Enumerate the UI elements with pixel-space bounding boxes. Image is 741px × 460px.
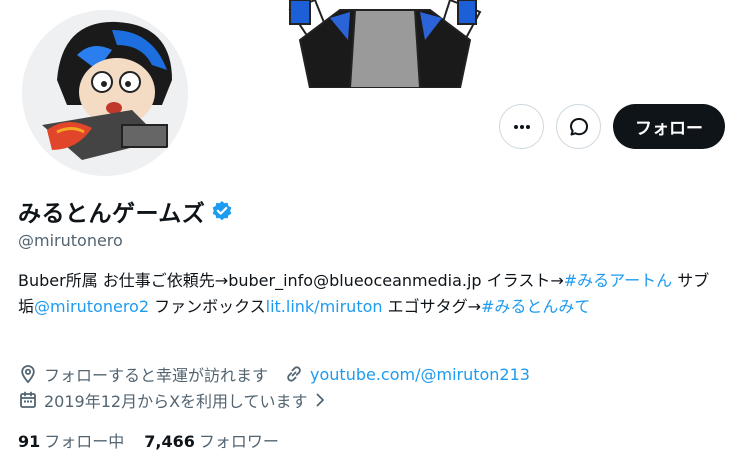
joined-item[interactable]: 2019年12月からXを利用しています: [18, 388, 334, 412]
website-item: youtube.com/@miruton213: [284, 364, 530, 384]
message-icon: [569, 117, 588, 135]
hashtag-link[interactable]: #みるとんみて: [481, 297, 590, 316]
more-button[interactable]: [499, 104, 544, 149]
profile-actions: フォロー: [499, 104, 725, 149]
follow-button[interactable]: フォロー: [613, 104, 725, 149]
hashtag-link[interactable]: #みるアートん: [564, 271, 672, 290]
follow-stats: 91 フォロー中 7,466 フォロワー: [18, 428, 279, 452]
verified-badge-icon[interactable]: [211, 200, 233, 222]
joined-row: 2019年12月からXを利用しています: [18, 388, 350, 412]
location-text: フォローすると幸運が訪れます: [44, 366, 269, 385]
website-link[interactable]: youtube.com/@miruton213: [310, 365, 530, 384]
avatar-illustration: [22, 10, 188, 176]
bio-text: エゴサタグ→: [382, 297, 482, 316]
profile-avatar[interactable]: [18, 6, 192, 180]
calendar-icon: [20, 391, 36, 408]
location-icon: [21, 365, 35, 384]
following-stat[interactable]: 91 フォロー中: [18, 428, 124, 452]
profile-meta-row: フォローすると幸運が訪れます youtube.com/@miruton213: [18, 362, 546, 386]
banner-illustration: [288, 0, 482, 88]
display-name: みるとんゲームズ: [18, 201, 206, 227]
name-row: みるとんゲームズ: [18, 194, 233, 228]
mention-link[interactable]: @mirutonero2: [34, 297, 149, 316]
link-icon: [287, 366, 301, 382]
user-handle: @mirutonero: [18, 231, 123, 250]
message-button[interactable]: [556, 104, 601, 149]
bio-text: ファンボックス: [149, 297, 266, 316]
following-label: フォロー中: [44, 432, 125, 451]
profile-bio: Buber所属 お仕事ご依頼先→buber_info@blueoceanmedi…: [18, 268, 723, 320]
chevron-right-icon: [316, 393, 324, 407]
joined-text: 2019年12月からXを利用しています: [44, 392, 308, 411]
followers-label: フォロワー: [198, 432, 279, 451]
more-icon: [513, 124, 530, 129]
following-count: 91: [18, 432, 41, 451]
followers-stat[interactable]: 7,466 フォロワー: [144, 428, 279, 452]
followers-count: 7,466: [144, 432, 195, 451]
location-item: フォローすると幸運が訪れます: [18, 362, 268, 386]
bio-text: Buber所属 お仕事ご依頼先→buber_info@blueoceanmedi…: [18, 271, 564, 290]
bio-url-link[interactable]: lit.link/miruton: [266, 297, 383, 316]
